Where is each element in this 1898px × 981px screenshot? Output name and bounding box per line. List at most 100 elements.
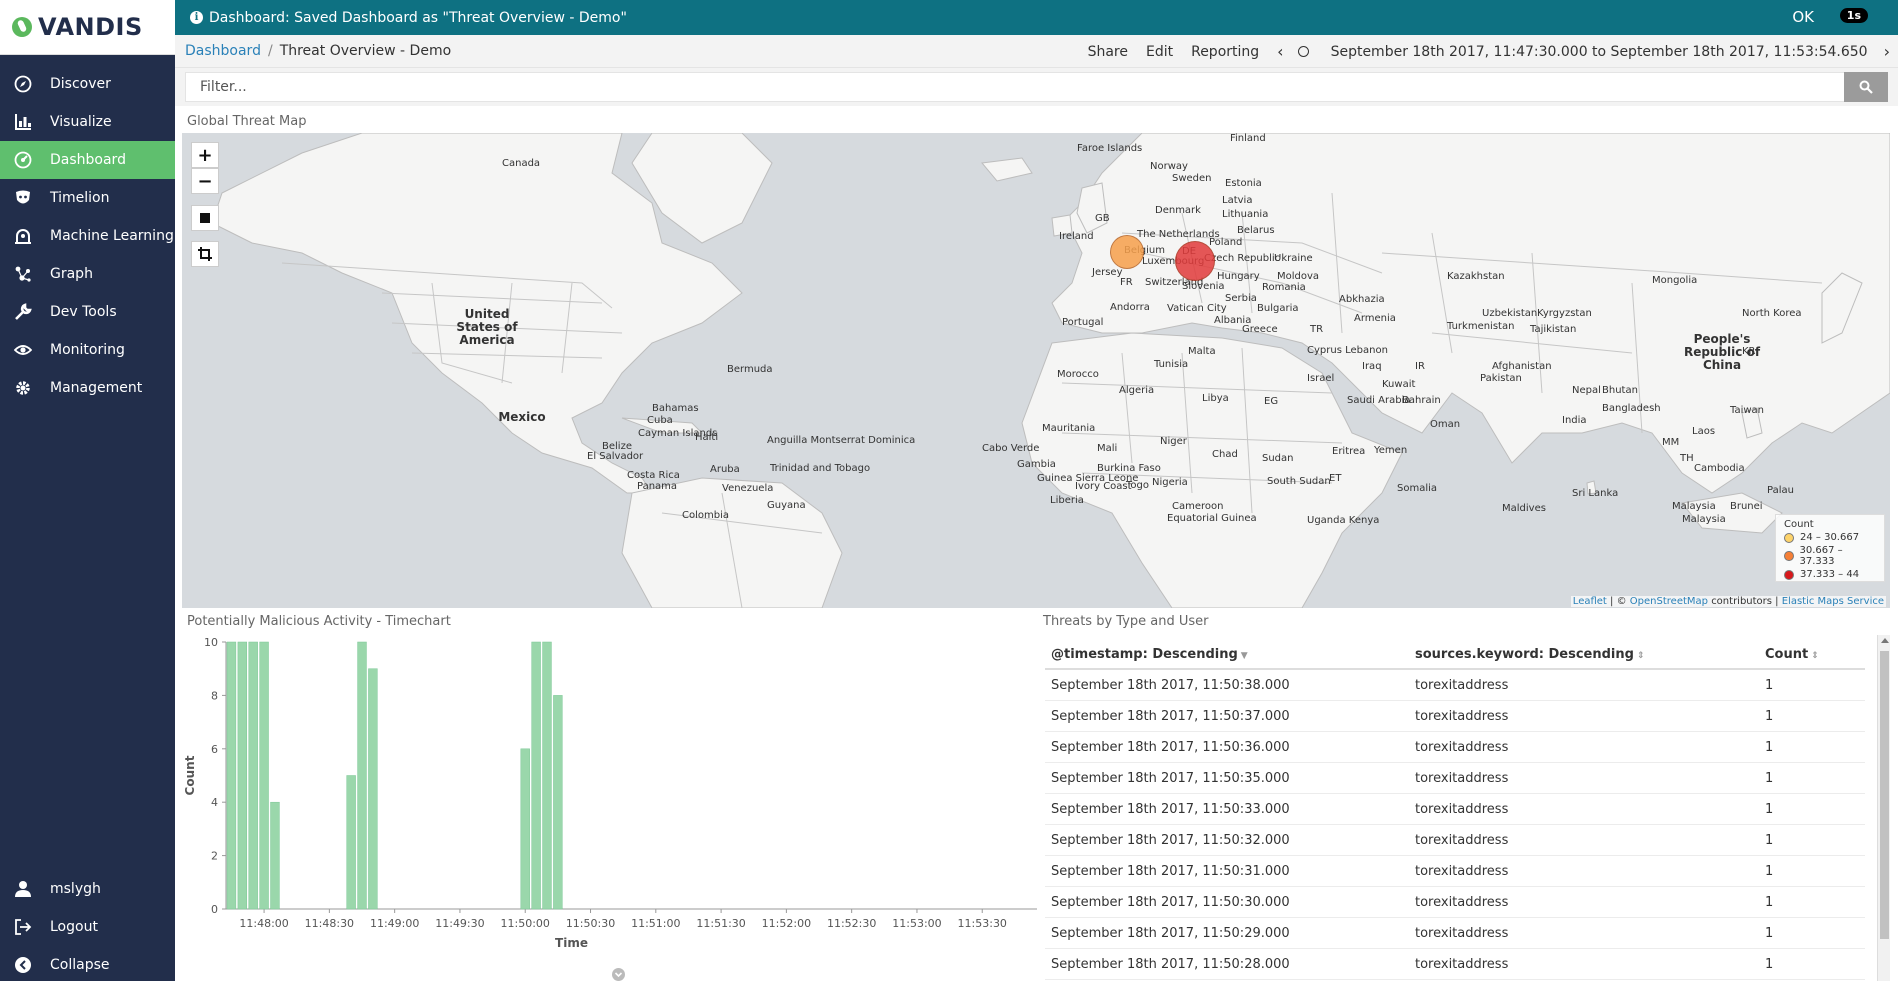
- map-label: Jersey: [1092, 267, 1123, 278]
- nav-item-dev-tools[interactable]: Dev Tools: [0, 293, 175, 331]
- nav-item-label: Dev Tools: [50, 304, 117, 320]
- map-label: Portugal: [1062, 317, 1104, 328]
- threat-bubble[interactable]: [1175, 241, 1215, 281]
- nav-item-label: Monitoring: [50, 342, 125, 358]
- timelion-icon: [12, 187, 34, 209]
- col-count-header[interactable]: Count ⇕: [1765, 647, 1855, 662]
- table-panel-title: Threats by Type and User: [1043, 614, 1209, 629]
- map-label: Guyana: [767, 500, 806, 511]
- square-draw-icon: [200, 213, 210, 223]
- y-tick-label: 6: [211, 743, 218, 756]
- legend-item: 24 – 30.667: [1784, 532, 1876, 543]
- attrib-contrib: contributors |: [1711, 596, 1779, 607]
- map-label: Kuwait: [1382, 379, 1416, 390]
- activity-timechart[interactable]: 0 2 4 6 8 10 11:48:00 11:48:30 11:49:00 11:49:30 1…: [182, 630, 1037, 975]
- map-label: Vatican City: [1167, 303, 1227, 314]
- map-label: Romania: [1262, 282, 1306, 293]
- map-label: Armenia: [1354, 313, 1396, 324]
- crop-button[interactable]: [191, 241, 219, 267]
- map-label: Maldives: [1502, 503, 1546, 514]
- osm-link[interactable]: OpenStreetMap: [1630, 596, 1708, 607]
- chart-bar: [259, 641, 269, 910]
- nav-item-visualize[interactable]: Visualize: [0, 103, 175, 141]
- threats-table: @timestamp: Descending ▼ sources.keyword:…: [1045, 640, 1865, 980]
- map-label: Pakistan: [1480, 373, 1522, 384]
- nav-item-monitoring[interactable]: Monitoring: [0, 331, 175, 369]
- nav-item-discover[interactable]: Discover: [0, 65, 175, 103]
- map-label: Gambia: [1017, 459, 1056, 470]
- cell-count: 1: [1765, 801, 1774, 817]
- cell-source[interactable]: torexitaddress: [1415, 771, 1765, 786]
- cell-source[interactable]: torexitaddress: [1415, 740, 1765, 755]
- legend-label: 37.333 – 44: [1800, 569, 1860, 580]
- zoom-in-button[interactable]: +: [191, 142, 219, 168]
- cell-source[interactable]: torexitaddress: [1415, 802, 1765, 817]
- map-label: Anguilla Montserrat Dominica: [767, 435, 916, 446]
- nav-item-management[interactable]: Management: [0, 369, 175, 407]
- time-prev-button[interactable]: ‹: [1277, 42, 1283, 61]
- cell-source[interactable]: torexitaddress: [1415, 926, 1765, 941]
- cell-source[interactable]: torexitaddress: [1415, 709, 1765, 724]
- map-label: Trinidad and Tobago: [770, 463, 871, 474]
- cell-count: 1: [1765, 894, 1774, 910]
- nav-item-graph[interactable]: Graph: [0, 255, 175, 293]
- map-label: Costa Rica: [627, 470, 680, 481]
- reporting-button[interactable]: Reporting: [1191, 44, 1259, 60]
- time-next-button[interactable]: ›: [1884, 42, 1890, 61]
- ems-link[interactable]: Elastic Maps Service: [1782, 596, 1884, 607]
- cell-timestamp: September 18th 2017, 11:50:32.000: [1051, 832, 1290, 848]
- nav-item-timelion[interactable]: Timelion: [0, 179, 175, 217]
- map-label: India: [1562, 415, 1587, 426]
- table-row: September 18th 2017, 11:50:31.000 torexit…: [1045, 856, 1865, 887]
- map-label: Estonia: [1225, 178, 1262, 189]
- y-tick-label: 8: [211, 689, 218, 702]
- threat-bubble[interactable]: [1110, 235, 1144, 269]
- collapse-icon: [12, 954, 34, 976]
- share-button[interactable]: Share: [1088, 44, 1128, 60]
- filter-bar: [175, 68, 1898, 106]
- chart-bar: [346, 775, 356, 910]
- cell-source[interactable]: torexitaddress: [1415, 833, 1765, 848]
- map-label: Nigeria: [1152, 477, 1188, 488]
- map-label: Czech Republic: [1204, 253, 1281, 264]
- map-label: Sudan: [1262, 453, 1294, 464]
- zoom-out-button[interactable]: −: [191, 168, 219, 194]
- time-picker-button[interactable]: September 18th 2017, 11:47:30.000 to Sep…: [1297, 44, 1868, 60]
- logo[interactable]: VANDIS: [0, 0, 175, 55]
- cell-source[interactable]: torexitaddress: [1415, 895, 1765, 910]
- map-label: Cabo Verde: [982, 443, 1040, 454]
- col-timestamp-header[interactable]: @timestamp: Descending ▼: [1045, 647, 1415, 662]
- map-label: Cambodia: [1694, 463, 1745, 474]
- legend-swatch: [1784, 569, 1794, 580]
- col-sources-header[interactable]: sources.keyword: Descending ⇕: [1415, 647, 1765, 662]
- map-label: Morocco: [1057, 369, 1099, 380]
- map-label: Taiwan: [1730, 405, 1765, 416]
- map-label: Bahamas: [652, 403, 699, 414]
- threat-map[interactable]: Canada Faroe Islands Finland Norway Sweden Es…: [182, 133, 1890, 608]
- x-tick-label: 11:53:30: [958, 917, 1007, 930]
- draw-rectangle-button[interactable]: [191, 205, 219, 231]
- notification-timer-badge: 1s: [1839, 8, 1868, 23]
- y-tick-label: 10: [204, 636, 218, 649]
- cell-source[interactable]: torexitaddress: [1415, 957, 1765, 972]
- breadcrumb-dashboard-link[interactable]: Dashboard: [185, 43, 261, 59]
- filter-search-button[interactable]: [1844, 72, 1888, 102]
- chevron-down-circle-icon[interactable]: [612, 968, 625, 981]
- leaflet-link[interactable]: Leaflet: [1573, 596, 1607, 607]
- nav-item-mslygh[interactable]: mslygh: [0, 870, 175, 908]
- nav-item-logout[interactable]: Logout: [0, 908, 175, 946]
- cell-source[interactable]: torexitaddress: [1415, 864, 1765, 879]
- notification-ok-button[interactable]: OK: [1792, 8, 1814, 26]
- cell-source[interactable]: torexitaddress: [1415, 678, 1765, 693]
- map-label: Cyprus Lebanon: [1307, 345, 1388, 356]
- nav-item-dashboard[interactable]: Dashboard: [0, 141, 175, 179]
- scroll-up-icon[interactable]: [1881, 638, 1889, 643]
- nav-item-machine-learning[interactable]: Machine Learning: [0, 217, 175, 255]
- table-scrollbar[interactable]: [1877, 635, 1890, 981]
- table-row: September 18th 2017, 11:50:29.000 torexit…: [1045, 918, 1865, 949]
- edit-button[interactable]: Edit: [1146, 44, 1173, 60]
- filter-input[interactable]: [185, 72, 1852, 102]
- map-label: Mauritania: [1042, 423, 1096, 434]
- scroll-thumb[interactable]: [1880, 651, 1889, 939]
- nav-item-collapse[interactable]: Collapse: [0, 946, 175, 981]
